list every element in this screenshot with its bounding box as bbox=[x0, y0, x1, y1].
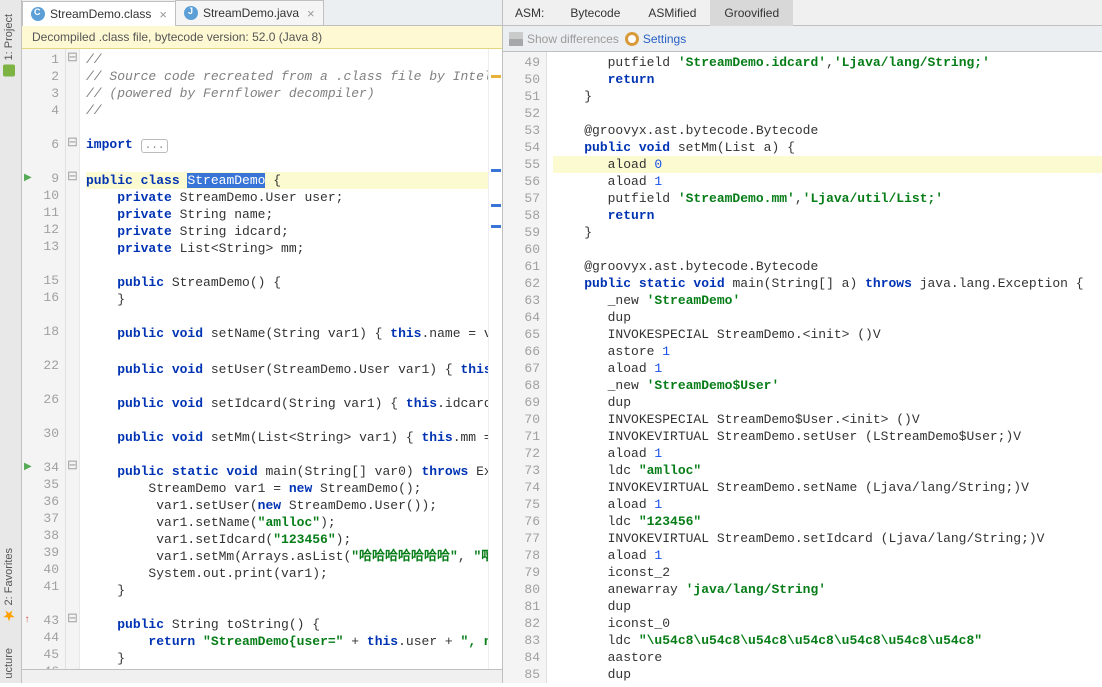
asm-tab-groovified[interactable]: Groovified bbox=[710, 0, 793, 26]
asm-tab-bar: ASM: Bytecode ASMified Groovified bbox=[503, 0, 1102, 26]
asm-tab-asmified[interactable]: ASMified bbox=[634, 0, 710, 26]
settings-action[interactable]: Settings bbox=[625, 32, 686, 46]
class-file-icon bbox=[31, 7, 45, 21]
tab-label: StreamDemo.class bbox=[50, 7, 151, 21]
code-area[interactable]: // // Source code recreated from a .clas… bbox=[80, 49, 488, 669]
right-asm-pane: ASM: Bytecode ASMified Groovified Show d… bbox=[503, 0, 1102, 683]
structure-tool[interactable]: ucture bbox=[0, 640, 18, 687]
tool-window-bar: 1: Project 2: Favorites ucture bbox=[0, 0, 22, 683]
fold-gutter[interactable]: ⊟ ⊟ ⊟ ⊟ ⊟ ⊟ bbox=[66, 49, 80, 669]
star-icon bbox=[3, 609, 15, 621]
close-icon[interactable]: × bbox=[307, 6, 315, 21]
warning-mark[interactable] bbox=[491, 75, 501, 78]
asm-toolbar: Show differences Settings bbox=[503, 26, 1102, 52]
right-code-editor[interactable]: 49 50 51 52 53 54 55 56 57 58 59 60 61 6… bbox=[503, 52, 1102, 683]
action-label: Show differences bbox=[527, 32, 619, 46]
h-scrollbar[interactable] bbox=[22, 669, 502, 683]
tab-streamdemo-java[interactable]: StreamDemo.java × bbox=[175, 0, 324, 25]
line-gutter: 1 2 3 4 6 ▶9 10 11 12 13 15 16 18 22 26 … bbox=[22, 49, 66, 669]
action-label: Settings bbox=[643, 32, 686, 46]
favorites-tool[interactable]: 2: Favorites bbox=[0, 540, 18, 629]
tool-label: 1: Project bbox=[3, 14, 15, 60]
close-icon[interactable]: × bbox=[159, 7, 167, 22]
project-tool[interactable]: 1: Project bbox=[0, 6, 18, 84]
nav-mark[interactable] bbox=[491, 225, 501, 228]
java-file-icon bbox=[184, 6, 198, 20]
left-code-editor[interactable]: 1 2 3 4 6 ▶9 10 11 12 13 15 16 18 22 26 … bbox=[22, 49, 502, 669]
left-editor-pane: StreamDemo.class × StreamDemo.java × Decom… bbox=[22, 0, 503, 683]
project-icon bbox=[3, 64, 15, 76]
asm-label: ASM: bbox=[503, 6, 556, 20]
tool-label: ucture bbox=[3, 648, 15, 679]
nav-mark[interactable] bbox=[491, 204, 501, 207]
editor-tabs: StreamDemo.class × StreamDemo.java × bbox=[22, 0, 502, 26]
tab-streamdemo-class[interactable]: StreamDemo.class × bbox=[22, 1, 176, 26]
tab-label: StreamDemo.java bbox=[203, 6, 299, 20]
show-diff-action[interactable]: Show differences bbox=[509, 32, 619, 46]
tool-label: 2: Favorites bbox=[3, 548, 15, 605]
nav-mark[interactable] bbox=[491, 169, 501, 172]
line-gutter: 49 50 51 52 53 54 55 56 57 58 59 60 61 6… bbox=[503, 52, 547, 683]
diff-icon bbox=[509, 32, 523, 46]
decompiled-banner: Decompiled .class file, bytecode version… bbox=[22, 26, 502, 49]
code-area[interactable]: putfield 'StreamDemo.idcard','Ljava/lang… bbox=[547, 52, 1102, 683]
asm-tab-bytecode[interactable]: Bytecode bbox=[556, 0, 634, 26]
gear-icon bbox=[625, 32, 639, 46]
error-stripe[interactable] bbox=[488, 49, 502, 669]
